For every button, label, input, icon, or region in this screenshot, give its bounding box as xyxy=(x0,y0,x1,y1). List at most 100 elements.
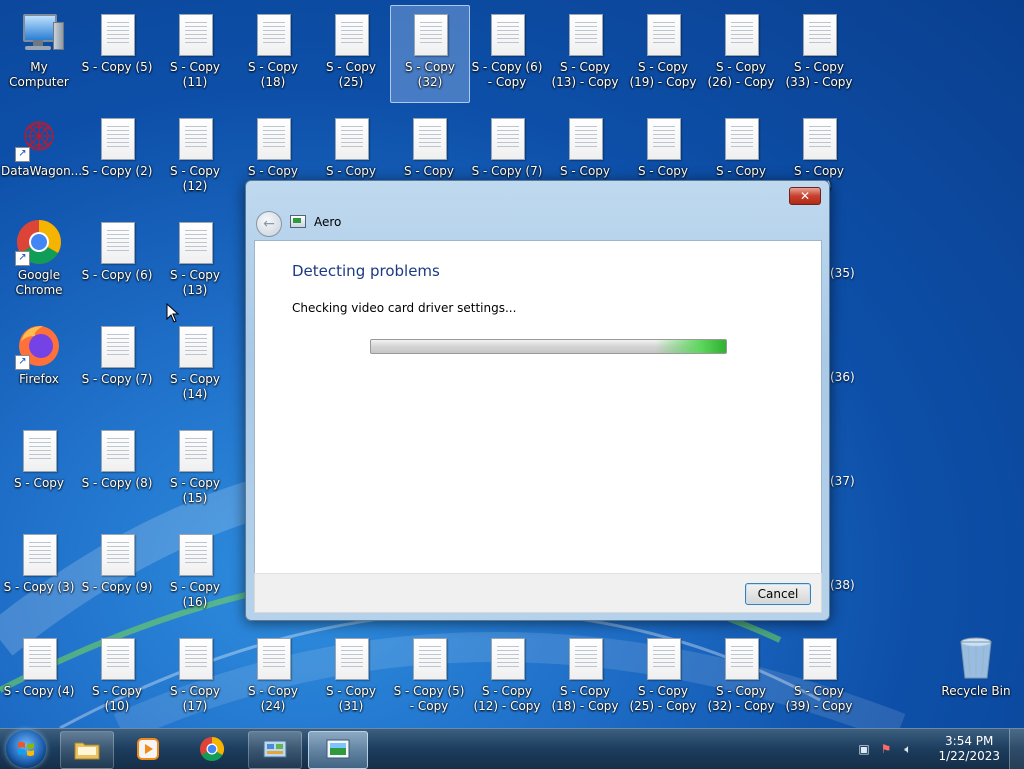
desktop-icon-file[interactable]: S - Copy (12) xyxy=(156,110,234,206)
text-file-icon xyxy=(93,530,141,578)
text-file-icon xyxy=(171,530,219,578)
desktop-icon-my-computer[interactable]: My Computer xyxy=(0,6,78,102)
desktop-icon-file[interactable]: S - Copy (6) - Copy xyxy=(468,6,546,102)
taskbar-aero-troubleshooter[interactable] xyxy=(308,731,368,769)
desktop-icon-label: S - Copy (5) - Copy xyxy=(393,684,465,713)
desktop-icon-file[interactable]: S - Copy xyxy=(0,422,78,518)
dialog-navbar: ← Aero xyxy=(254,211,821,237)
shortcut-arrow-icon: ↗ xyxy=(15,251,30,266)
network-icon[interactable]: ▣ xyxy=(856,741,872,757)
desktop-icon-recycle-bin[interactable]: Recycle Bin xyxy=(936,630,1016,726)
back-button[interactable]: ← xyxy=(256,211,282,237)
text-file-icon xyxy=(249,10,297,58)
taskbar-google-chrome[interactable] xyxy=(186,731,238,767)
start-button[interactable] xyxy=(6,730,46,768)
desktop-icon-label: S - Copy (6) - Copy xyxy=(471,60,543,89)
desktop-icon-file[interactable]: S - Copy (14) xyxy=(156,318,234,414)
progress-bar-fill xyxy=(371,340,726,353)
partial-icon-label: (36) xyxy=(830,370,855,384)
shortcut-arrow-icon: ↗ xyxy=(15,355,30,370)
desktop-icon-file[interactable]: S - Copy (2) xyxy=(78,110,156,206)
text-file-icon xyxy=(171,114,219,162)
desktop-icon-label: S - Copy (13) - Copy xyxy=(551,60,619,89)
desktop-icon-file[interactable]: S - Copy (7) xyxy=(78,318,156,414)
desktop-icon-file[interactable]: S - Copy (24) xyxy=(234,630,312,726)
desktop-icon-file[interactable]: S - Copy (11) xyxy=(156,6,234,102)
desktop-icon-label: S - Copy (17) xyxy=(169,684,220,713)
text-file-icon xyxy=(171,322,219,370)
text-file-icon xyxy=(171,218,219,266)
desktop-icon-file[interactable]: S - Copy (3) xyxy=(0,526,78,622)
clock[interactable]: 3:54 PM 1/22/2023 xyxy=(938,734,1000,764)
desktop-icon-file[interactable]: S - Copy (17) xyxy=(156,630,234,726)
desktop-icon-google-chrome[interactable]: ↗ Google Chrome xyxy=(0,214,78,310)
desktop-icon-file[interactable]: S - Copy (4) xyxy=(0,630,78,726)
back-arrow-icon: ← xyxy=(263,216,275,232)
chrome-icon xyxy=(200,737,225,762)
action-center-flag-icon[interactable]: ⚑ xyxy=(878,741,894,757)
desktop-icon-file[interactable]: S - Copy (18) - Copy xyxy=(546,630,624,726)
desktop-icon-file[interactable]: S - Copy (39) - Copy xyxy=(780,630,858,726)
desktop-icon-file[interactable]: S - Copy (25) xyxy=(312,6,390,102)
text-file-icon xyxy=(93,114,141,162)
desktop-icon-file[interactable]: S - Copy (12) - Copy xyxy=(468,630,546,726)
desktop-icon-label: S - Copy (18) xyxy=(247,60,298,89)
text-file-icon xyxy=(717,634,765,682)
text-file-icon xyxy=(717,10,765,58)
taskbar-control-panel[interactable] xyxy=(248,731,302,769)
desktop-icon-firefox[interactable]: ↗ Firefox xyxy=(0,318,78,414)
desktop-icon-file[interactable]: S - Copy (18) xyxy=(234,6,312,102)
desktop-icon-file-selected[interactable]: S - Copy (32) xyxy=(390,5,470,103)
desktop-icon-label: S - Copy (3) xyxy=(3,580,75,594)
text-file-icon xyxy=(405,114,453,162)
desktop-icon-label: S - Copy (32) - Copy xyxy=(707,684,775,713)
desktop-icon-file[interactable]: S - Copy (32) - Copy xyxy=(702,630,780,726)
taskbar-media-player[interactable] xyxy=(122,731,174,767)
text-file-icon xyxy=(15,634,63,682)
desktop-icon-label: S - Copy (12) - Copy xyxy=(473,684,541,713)
desktop-icon-file[interactable]: S - Copy (15) xyxy=(156,422,234,518)
desktop-icon-file[interactable]: S - Copy (25) - Copy xyxy=(624,630,702,726)
system-tray: ▣ ⚑ 🔈︎ 3:54 PM 1/22/2023 xyxy=(854,729,1024,769)
text-file-icon xyxy=(406,10,454,58)
page-title: Detecting problems xyxy=(292,262,440,280)
desktop-icon-label: S - Copy (31) xyxy=(325,684,376,713)
close-button[interactable]: ✕ xyxy=(789,187,821,205)
taskbar-windows-explorer[interactable] xyxy=(60,731,114,769)
text-file-icon xyxy=(795,10,843,58)
desktop-icon-file[interactable]: S - Copy (13) - Copy xyxy=(546,6,624,102)
desktop-icon-label: S - Copy (39) - Copy xyxy=(785,684,853,713)
text-file-icon xyxy=(717,114,765,162)
text-file-icon xyxy=(93,322,141,370)
desktop-icon-label: S - Copy (13) xyxy=(169,268,220,297)
desktop-icon-file[interactable]: S - Copy (16) xyxy=(156,526,234,622)
clock-time: 3:54 PM xyxy=(945,734,994,748)
text-file-icon xyxy=(171,634,219,682)
desktop-icon-datawagon[interactable]: ↗ DataWagon... xyxy=(0,110,82,206)
text-file-icon xyxy=(249,114,297,162)
text-file-icon xyxy=(561,634,609,682)
status-text: Checking video card driver settings... xyxy=(292,301,517,315)
dialog-content: Detecting problems Checking video card d… xyxy=(254,240,822,575)
cancel-button[interactable]: Cancel xyxy=(745,583,811,605)
desktop-icon-label: S - Copy (9) xyxy=(81,580,153,594)
desktop-icon-file[interactable]: S - Copy (5) - Copy xyxy=(390,630,468,726)
desktop-icon-file[interactable]: S - Copy (8) xyxy=(78,422,156,518)
partial-icon-label: (38) xyxy=(830,578,855,592)
desktop-icon-file[interactable]: S - Copy (33) - Copy xyxy=(780,6,858,102)
desktop-icon-file[interactable]: S - Copy (19) - Copy xyxy=(624,6,702,102)
dialog-footer: Cancel xyxy=(254,573,822,613)
desktop-icon-file[interactable]: S - Copy (10) xyxy=(78,630,156,726)
desktop-icon-file[interactable]: S - Copy (31) xyxy=(312,630,390,726)
desktop-icon-file[interactable]: S - Copy (9) xyxy=(78,526,156,622)
desktop-icon-label: Recycle Bin xyxy=(941,684,1011,698)
desktop-icon-file[interactable]: S - Copy (5) xyxy=(78,6,156,102)
taskbar: ▣ ⚑ 🔈︎ 3:54 PM 1/22/2023 xyxy=(0,728,1024,769)
partial-icon-label: (37) xyxy=(830,474,855,488)
desktop-icon-file[interactable]: S - Copy (6) xyxy=(78,214,156,310)
desktop-icon-file[interactable]: S - Copy (26) - Copy xyxy=(702,6,780,102)
show-desktop-button[interactable] xyxy=(1009,729,1024,769)
shortcut-arrow-icon: ↗ xyxy=(15,147,30,162)
desktop-icon-file[interactable]: S - Copy (13) xyxy=(156,214,234,310)
volume-icon[interactable]: 🔈︎ xyxy=(900,741,916,757)
